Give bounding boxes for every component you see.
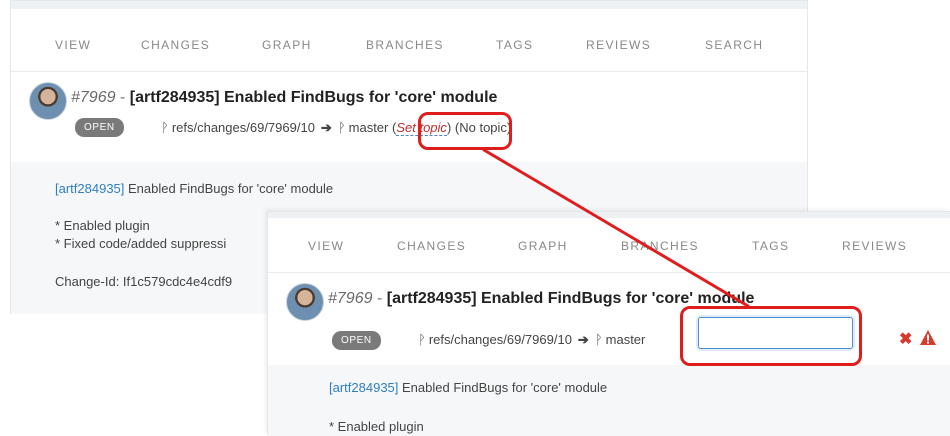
callout-connector (482, 148, 750, 308)
